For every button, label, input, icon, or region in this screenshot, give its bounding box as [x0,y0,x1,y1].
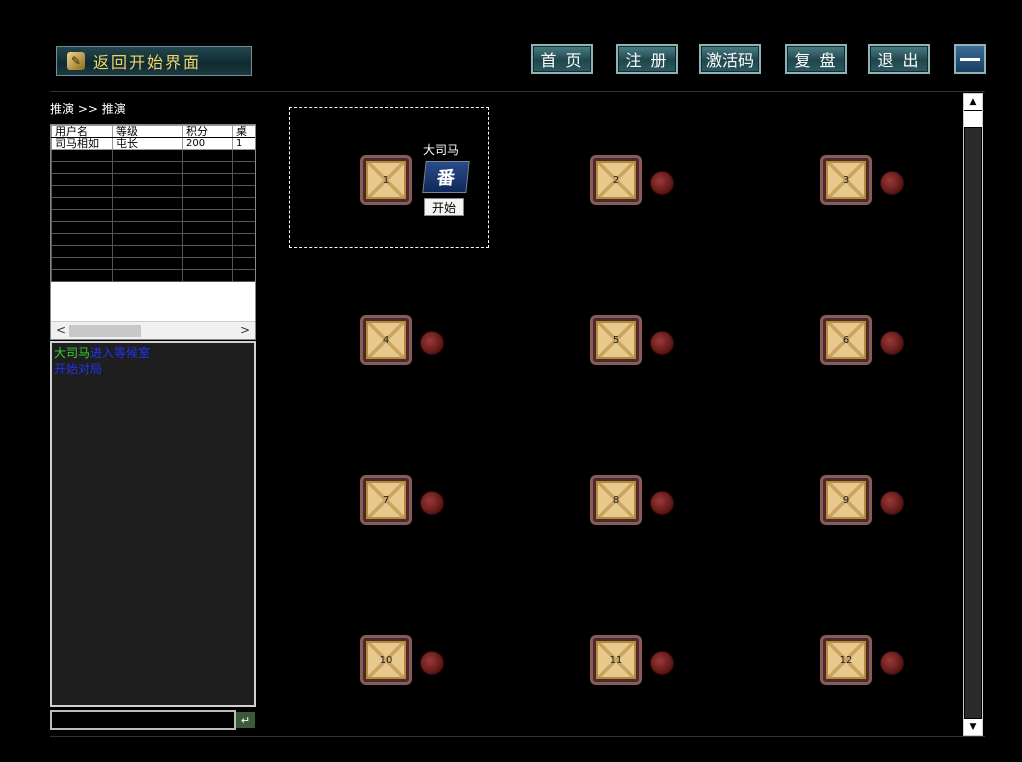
feather-icon: ✎ [67,52,85,70]
table-number: 6 [826,321,866,359]
chat-line: 开始对局 [54,361,252,377]
cell-username: 司马相如 [51,137,113,150]
minimize-button[interactable] [954,44,986,74]
table-number: 8 [596,481,636,519]
cell-score: 200 [182,137,233,150]
chat-line: 大司马进入等候室 [54,345,252,361]
chat-message: 进入等候室 [90,346,151,360]
minimize-icon [960,57,980,61]
cell-table: 1 [232,137,255,150]
player-name: 大司马 [423,143,460,157]
game-table-12[interactable]: 12 [820,635,872,685]
game-table-9[interactable]: 9 [820,475,872,525]
table-number: 1 [366,161,406,199]
empty-seat[interactable] [420,651,444,675]
activation-code-button[interactable]: 激活码 [699,44,761,74]
column-header-username[interactable]: 用户名 [51,125,113,138]
empty-seat[interactable] [880,491,904,515]
game-table-4[interactable]: 4 [360,315,412,365]
scroll-thumb[interactable] [964,111,982,127]
empty-seat[interactable] [650,171,674,195]
send-button[interactable]: ↵ [236,712,255,728]
exit-button[interactable]: 退 出 [868,44,930,74]
scroll-right-icon[interactable]: > [240,323,250,337]
chat-input[interactable] [50,710,236,730]
replay-button[interactable]: 复 盘 [785,44,847,74]
column-header-rank[interactable]: 等级 [112,125,183,138]
scroll-up-icon[interactable]: ▲ [964,94,982,110]
player-avatar[interactable]: 番 [422,161,470,193]
game-table-7[interactable]: 7 [360,475,412,525]
user-list-table: 用户名 等级 积分 桌 司马相如 屯长 200 1 < > [50,124,256,340]
table-number: 5 [596,321,636,359]
column-header-score[interactable]: 积分 [182,125,233,138]
empty-seat[interactable] [650,651,674,675]
register-button[interactable]: 注 册 [616,44,678,74]
chat-message: 开始对局 [54,362,103,376]
empty-seat[interactable] [880,171,904,195]
game-table-6[interactable]: 6 [820,315,872,365]
start-button[interactable]: 开始 [424,198,464,216]
table-number: 11 [596,641,636,679]
table-number: 2 [596,161,636,199]
table-number: 4 [366,321,406,359]
enter-icon: ↵ [240,713,251,727]
game-table-1[interactable]: 1 [360,155,412,205]
empty-seat[interactable] [650,331,674,355]
table-number: 7 [366,481,406,519]
footer-divider [50,736,985,737]
breadcrumb: 推演 >> 推演 [50,102,126,116]
scroll-thumb[interactable] [69,325,141,337]
header-divider [50,91,985,92]
game-table-11[interactable]: 11 [590,635,642,685]
game-table-2[interactable]: 2 [590,155,642,205]
scroll-left-icon[interactable]: < [56,323,66,337]
horizontal-scrollbar[interactable]: < > [51,321,255,339]
table-number: 10 [366,641,406,679]
empty-seat[interactable] [420,491,444,515]
back-to-start-button[interactable]: ✎ 返回开始界面 [56,46,252,76]
empty-seat[interactable] [420,331,444,355]
scroll-down-icon[interactable]: ▼ [964,719,982,735]
game-table-10[interactable]: 10 [360,635,412,685]
empty-seat[interactable] [650,491,674,515]
empty-seat[interactable] [880,651,904,675]
home-button[interactable]: 首 页 [531,44,593,74]
table-number: 9 [826,481,866,519]
vertical-scrollbar[interactable]: ▲ ▼ [963,93,983,736]
table-row[interactable]: 司马相如 屯长 200 1 [51,137,255,150]
game-table-8[interactable]: 8 [590,475,642,525]
empty-seat[interactable] [880,331,904,355]
column-header-table[interactable]: 桌 [232,125,255,138]
chat-log: 大司马进入等候室 开始对局 [50,341,256,707]
scroll-track[interactable] [965,128,981,718]
back-to-start-label: 返回开始界面 [93,53,202,72]
cell-rank: 屯长 [112,137,183,150]
game-table-5[interactable]: 5 [590,315,642,365]
table-number: 12 [826,641,866,679]
game-table-3[interactable]: 3 [820,155,872,205]
table-number: 3 [826,161,866,199]
chat-user-name: 大司马 [54,346,91,360]
